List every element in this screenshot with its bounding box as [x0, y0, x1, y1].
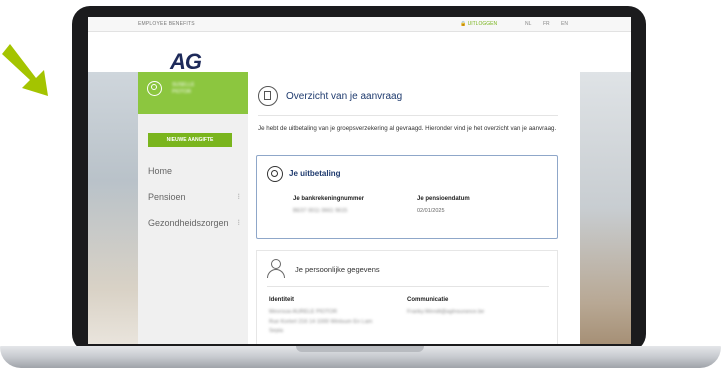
address-value: Rue Korterl 216 14 1000 Wintsum En Lam: [269, 319, 373, 325]
address-value-2: Sepia: [269, 328, 284, 334]
personal-data-title: Je persoonlijke gegevens: [295, 265, 380, 274]
document-icon: [258, 86, 278, 106]
pension-date-label: Je pensioendatum: [417, 196, 470, 202]
person-icon: [267, 259, 285, 279]
sidebar: SUSELLE PIOTOR NIEUWE AANGIFTE Home Pens…: [138, 72, 248, 344]
logout-link[interactable]: 🔒 UITLOGGEN: [460, 21, 497, 27]
identity-label: Identiteit: [269, 297, 294, 303]
bank-account-label: Je bankrekeningnummer: [293, 196, 365, 202]
background-photo-right: [580, 72, 631, 344]
background-photo-left: [88, 72, 138, 344]
top-utility-bar: EMPLOYEE BENEFITS 🔒 UITLOGGEN NL FR EN: [88, 17, 631, 32]
sidebar-item-pensioen[interactable]: Pensioen ⁝: [148, 192, 240, 206]
identity-value: Mevrouw AURELE PIOTOR: [269, 309, 338, 315]
sidebar-item-gezondheidszorgen[interactable]: Gezondheidszorgen ⁝: [148, 218, 240, 232]
green-arrow-graphic: [2, 44, 48, 96]
communication-value: Franky.Wendt@agInsurance.be: [407, 309, 485, 315]
user-panel: SUSELLE PIOTOR: [138, 72, 248, 114]
header: AG: [88, 32, 631, 74]
payment-icon: [267, 166, 283, 182]
pension-date-value: 02/01/2025: [417, 208, 445, 214]
divider: [258, 115, 558, 116]
lang-fr[interactable]: FR: [543, 21, 550, 27]
communication-label: Communicatie: [407, 297, 449, 303]
user-name: SUSELLE PIOTOR: [172, 82, 195, 95]
main-content: Overzicht van je aanvraag Je hebt de uit…: [248, 72, 580, 344]
more-icon[interactable]: ⁝: [237, 192, 240, 201]
intro-text: Je hebt de uitbetaling van je groepsverz…: [258, 125, 557, 132]
sidebar-item-home[interactable]: Home: [148, 166, 240, 180]
divider: [267, 286, 549, 287]
new-claim-button[interactable]: NIEUWE AANGIFTE: [148, 133, 232, 147]
payment-title: Je uitbetaling: [289, 169, 341, 178]
personal-data-card: Je persoonlijke gegevens Identiteit Mevr…: [256, 250, 558, 344]
payment-card: Je uitbetaling Je bankrekeningnummer BE0…: [256, 155, 558, 239]
more-icon[interactable]: ⁝: [237, 218, 240, 227]
page-title: Overzicht van je aanvraag: [286, 91, 403, 102]
app-window: EMPLOYEE BENEFITS 🔒 UITLOGGEN NL FR EN A…: [88, 17, 631, 344]
bank-account-value: BE07 0011 0661 9615: [293, 208, 348, 214]
user-avatar-icon: [147, 81, 162, 96]
laptop-notch: [296, 346, 424, 352]
lang-en[interactable]: EN: [561, 21, 568, 27]
lang-nl[interactable]: NL: [525, 21, 531, 27]
brand-label: EMPLOYEE BENEFITS: [138, 21, 195, 27]
